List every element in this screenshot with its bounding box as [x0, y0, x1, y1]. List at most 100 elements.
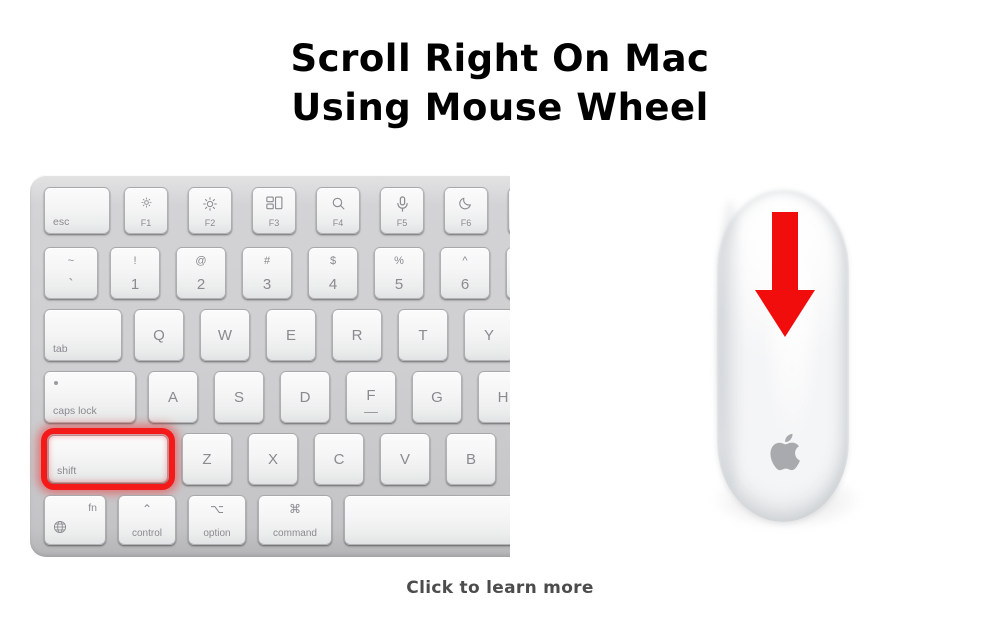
key-control-symbol: ⌃ [141, 502, 153, 516]
key-3-upper-label: # [263, 255, 271, 267]
do-not-disturb-moon-icon [445, 196, 487, 212]
key-option-label: option [203, 528, 231, 539]
key-f2-label: F2 [204, 218, 216, 228]
key-tab[interactable]: tab [44, 309, 122, 361]
key-z-label: Z [202, 451, 212, 468]
key-command-label: command [273, 528, 317, 539]
key-f6[interactable]: F6 [444, 187, 488, 234]
key-1-lower-label: 1 [130, 276, 140, 293]
key-4-upper-label: $ [329, 255, 337, 267]
key-5-lower-label: 5 [394, 276, 404, 293]
key-backtick-upper-label: ~ [67, 255, 75, 267]
key-control-label: control [131, 528, 162, 539]
key-w-label: W [217, 327, 233, 344]
mission-control-icon [253, 196, 295, 212]
key-2[interactable]: @ 2 [176, 247, 226, 299]
key-f7[interactable] [508, 187, 510, 234]
keyboard-illustration: esc F1 F2 F3 F4 F5 F6 ~ ` ! 1 @ 2 # 3 $ … [0, 172, 510, 560]
key-h[interactable]: H [478, 371, 510, 423]
key-option-symbol: ⌥ [210, 502, 224, 516]
key-fn[interactable]: fn [44, 495, 106, 545]
key-space[interactable] [344, 495, 510, 545]
dictation-mic-icon [381, 196, 423, 214]
caps-lock-led-icon [54, 381, 58, 385]
key-f4[interactable]: F4 [316, 187, 360, 234]
click-to-learn-more-link[interactable]: Click to learn more [0, 578, 1000, 598]
magic-mouse-illustration [660, 170, 930, 560]
key-f1[interactable]: F1 [124, 187, 168, 234]
key-c[interactable]: C [314, 433, 364, 485]
key-f5[interactable]: F5 [380, 187, 424, 234]
key-option[interactable]: ⌥ option [188, 495, 246, 545]
key-h-label: H [497, 389, 509, 406]
brightness-up-icon [189, 196, 231, 214]
magic-mouse-body [717, 188, 849, 522]
home-position-bar-icon [364, 411, 378, 413]
key-f3-label: F3 [268, 218, 280, 228]
key-shift-label: shift [57, 465, 77, 477]
key-1[interactable]: ! 1 [110, 247, 160, 299]
key-f[interactable]: F [346, 371, 396, 423]
page-title-line-2: Using Mouse Wheel [291, 86, 709, 129]
key-4[interactable]: $ 4 [308, 247, 358, 299]
page-title-line-1: Scroll Right On Mac [290, 37, 710, 80]
key-fn-label: fn [88, 502, 97, 514]
key-3[interactable]: # 3 [242, 247, 292, 299]
key-q[interactable]: Q [134, 309, 184, 361]
key-command[interactable]: ⌘ command [258, 495, 332, 545]
key-caps-lock-label: caps lock [53, 405, 97, 417]
key-t[interactable]: T [398, 309, 448, 361]
key-7[interactable] [506, 247, 510, 299]
key-w[interactable]: W [200, 309, 250, 361]
key-a[interactable]: A [148, 371, 198, 423]
brightness-down-icon [125, 196, 167, 211]
key-esc[interactable]: esc [44, 187, 110, 234]
key-backtick[interactable]: ~ ` [44, 247, 98, 299]
key-s[interactable]: S [214, 371, 264, 423]
key-6[interactable]: ^ 6 [440, 247, 490, 299]
key-caps-lock[interactable]: caps lock [44, 371, 136, 423]
key-4-lower-label: 4 [328, 276, 338, 293]
key-r-label: R [351, 327, 363, 344]
key-b[interactable]: B [446, 433, 496, 485]
key-f1-label: F1 [140, 218, 152, 228]
key-r[interactable]: R [332, 309, 382, 361]
key-f5-label: F5 [396, 218, 408, 228]
key-6-lower-label: 6 [460, 276, 470, 293]
key-x-label: X [267, 451, 278, 468]
key-6-upper-label: ^ [462, 255, 468, 267]
key-2-lower-label: 2 [196, 276, 206, 293]
key-3-lower-label: 3 [262, 276, 272, 293]
page-title: Scroll Right On Mac Using Mouse Wheel [0, 34, 1000, 132]
globe-icon [53, 520, 67, 539]
key-x[interactable]: X [248, 433, 298, 485]
key-a-label: A [167, 389, 178, 406]
key-v[interactable]: V [380, 433, 430, 485]
key-c-label: C [333, 451, 345, 468]
key-control[interactable]: ⌃ control [118, 495, 176, 545]
key-d-label: D [299, 389, 311, 406]
key-f-label: F [366, 387, 376, 404]
key-2-upper-label: @ [195, 255, 207, 267]
key-f2[interactable]: F2 [188, 187, 232, 234]
key-y-label: Y [483, 327, 494, 344]
spotlight-search-icon [317, 196, 359, 213]
keyboard-body: esc F1 F2 F3 F4 F5 F6 ~ ` ! 1 @ 2 # 3 $ … [30, 175, 510, 557]
key-d[interactable]: D [280, 371, 330, 423]
key-v-label: V [399, 451, 410, 468]
key-e[interactable]: E [266, 309, 316, 361]
key-f3[interactable]: F3 [252, 187, 296, 234]
key-e-label: E [285, 327, 296, 344]
key-shift[interactable]: shift [48, 435, 168, 483]
key-y[interactable]: Y [464, 309, 510, 361]
key-g-label: G [431, 389, 443, 406]
key-z[interactable]: Z [182, 433, 232, 485]
key-g[interactable]: G [412, 371, 462, 423]
key-5[interactable]: % 5 [374, 247, 424, 299]
key-5-upper-label: % [394, 255, 404, 267]
key-esc-label: esc [53, 216, 70, 228]
key-t-label: T [418, 327, 428, 344]
key-q-label: Q [153, 327, 165, 344]
key-f4-label: F4 [332, 218, 344, 228]
key-backtick-lower-label: ` [68, 276, 74, 293]
